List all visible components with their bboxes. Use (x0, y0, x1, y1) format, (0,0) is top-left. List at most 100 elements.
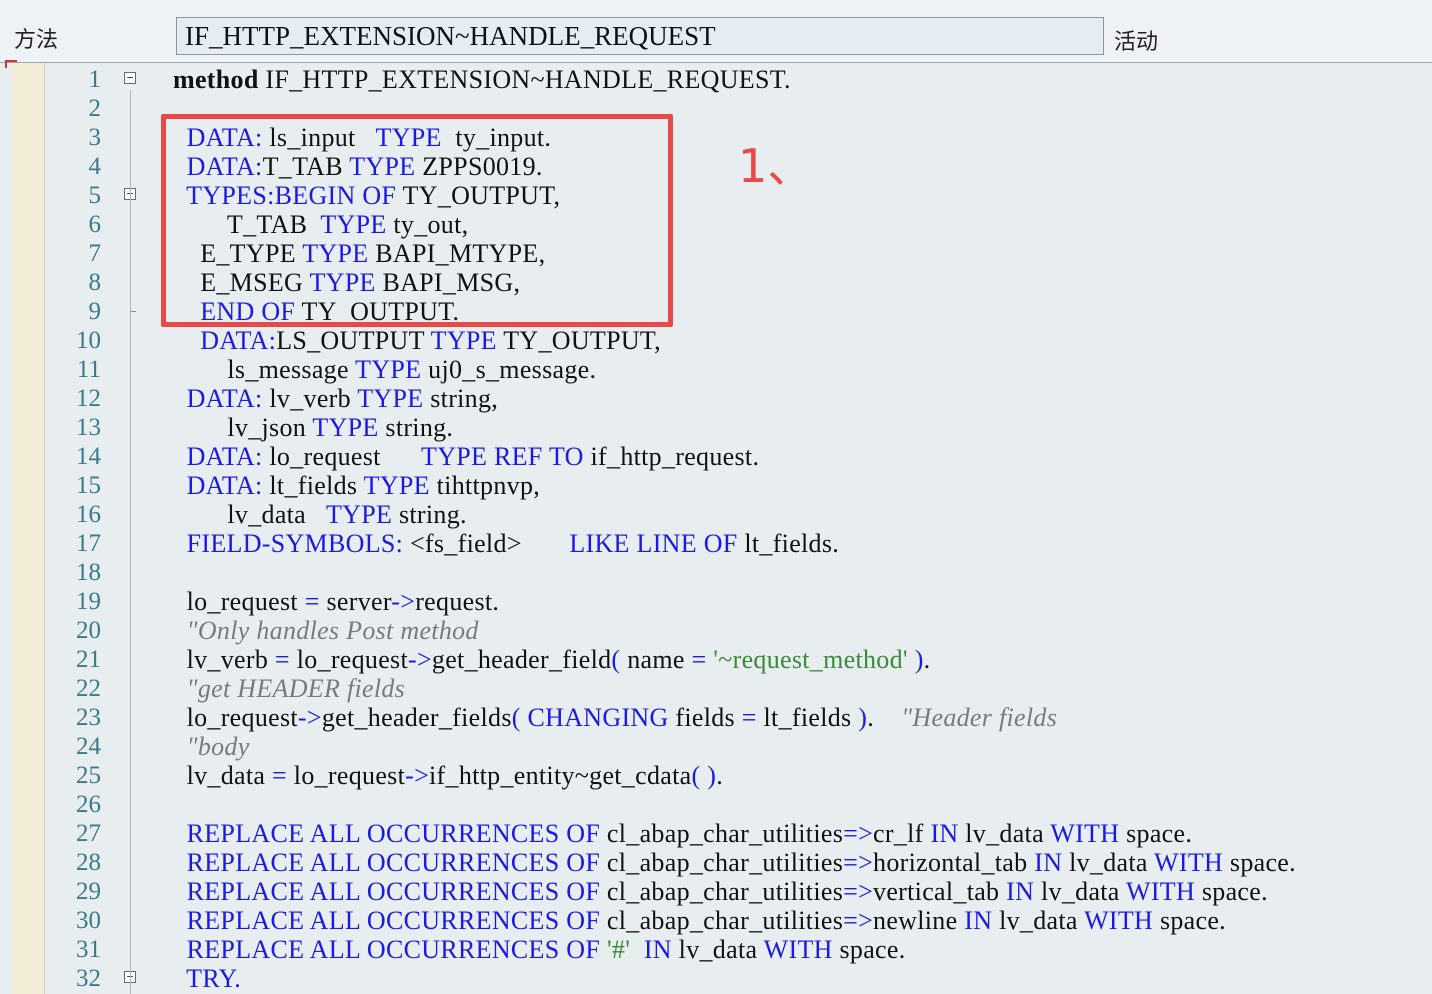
code-token: cr_lf (873, 819, 931, 848)
keyword-token: REPLACE ALL OCCURRENCES OF (186, 906, 601, 935)
operator-token: = (691, 645, 707, 674)
code-line[interactable]: 12 DATA: lv_verb TYPE string, (45, 384, 1432, 413)
code-text: REPLACE ALL OCCURRENCES OF '#' IN lv_dat… (173, 935, 906, 964)
code-line[interactable]: 10 DATA:LS_OUTPUT TYPE TY_OUTPUT, (45, 326, 1432, 355)
highlight-box (161, 114, 673, 327)
line-number: 31 (76, 936, 101, 963)
method-name-field[interactable]: IF_HTTP_EXTENSION~HANDLE_REQUEST (176, 17, 1104, 55)
code-line[interactable]: 17 FIELD-SYMBOLS: <fs_field> LIKE LINE O… (45, 529, 1432, 558)
line-number: 10 (76, 327, 101, 354)
code-line[interactable]: 15 DATA: lt_fields TYPE tihttpnvp, (45, 471, 1432, 500)
code-token: lv_verb (173, 645, 275, 674)
code-line[interactable]: 28 REPLACE ALL OCCURRENCES OF cl_abap_ch… (45, 848, 1432, 877)
code-line[interactable]: 19 lo_request = server->request. (45, 587, 1432, 616)
code-line[interactable]: 21 lv_verb = lo_request->get_header_fiel… (45, 645, 1432, 674)
code-text: lv_verb = lo_request->get_header_field( … (173, 645, 931, 674)
code-token: TY_OUTPUT, (496, 326, 661, 355)
fold-collapse-icon[interactable]: − (124, 72, 136, 84)
keyword-token: TYPE (325, 500, 393, 529)
code-token: ls_message (173, 355, 356, 384)
code-text: DATA: lv_verb TYPE string, (173, 384, 498, 413)
code-token: cl_abap_char_utilities (600, 906, 844, 935)
code-token: fields (668, 703, 742, 732)
code-line[interactable]: 16 lv_data TYPE string. (45, 500, 1432, 529)
code-token: lv_data (1034, 877, 1126, 906)
code-token: name (620, 645, 692, 674)
code-text: "body (173, 732, 250, 761)
code-token: lo_request (289, 645, 408, 674)
code-text: lo_request->get_header_fields( CHANGING … (173, 703, 1057, 732)
operator-token: = (304, 587, 320, 616)
line-number: 28 (76, 849, 101, 876)
code-token: IF_HTTP_EXTENSION~HANDLE_REQUEST. (258, 65, 791, 94)
code-token: lv_data (671, 935, 764, 964)
code-line[interactable]: 13 lv_json TYPE string. (45, 413, 1432, 442)
method-header-bar: 方法 IF_HTTP_EXTENSION~HANDLE_REQUEST 活动 (0, 0, 1432, 63)
keyword-token: IN (643, 935, 672, 964)
code-text: "Only handles Post method (173, 616, 479, 645)
code-line[interactable]: 26 (45, 790, 1432, 819)
keyword-token: WITH (1050, 819, 1120, 848)
code-text: lv_data TYPE string. (173, 500, 467, 529)
keyword-token: REPLACE ALL OCCURRENCES OF (186, 819, 601, 848)
code-line[interactable]: 24 "body (45, 732, 1432, 761)
code-line[interactable]: 29 REPLACE ALL OCCURRENCES OF cl_abap_ch… (45, 877, 1432, 906)
status-label: 活动 (1114, 30, 1159, 55)
line-number: 13 (76, 414, 101, 441)
code-line[interactable]: 30 REPLACE ALL OCCURRENCES OF cl_abap_ch… (45, 906, 1432, 935)
operator-token: = (274, 645, 290, 674)
operator-token: => (843, 819, 874, 848)
code-token: lo_request (173, 587, 305, 616)
code-line[interactable]: 31 REPLACE ALL OCCURRENCES OF '#' IN lv_… (45, 935, 1432, 964)
code-token: lv_data (958, 819, 1051, 848)
code-token: if_http_entity~get_cdata (429, 761, 692, 790)
code-text: DATA: lt_fields TYPE tihttpnvp, (173, 471, 540, 500)
line-number: 6 (88, 211, 102, 238)
code-text: FIELD-SYMBOLS: <fs_field> LIKE LINE OF l… (173, 529, 839, 558)
line-number: 9 (88, 298, 102, 325)
operator-token: -> (297, 703, 322, 732)
code-token: uj0_s_message. (421, 355, 597, 384)
keyword-token: WITH (1125, 877, 1196, 906)
code-text: REPLACE ALL OCCURRENCES OF cl_abap_char_… (173, 877, 1268, 906)
line-number: 16 (76, 501, 101, 528)
code-token: space. (1223, 848, 1296, 877)
code-line[interactable]: 23 lo_request->get_header_fields( CHANGI… (45, 703, 1432, 732)
code-token: lt_fields (262, 471, 364, 500)
code-line[interactable]: 32− TRY. (45, 964, 1432, 993)
keyword-token: WITH (763, 935, 833, 964)
code-token: cl_abap_char_utilities (600, 848, 844, 877)
code-line[interactable]: 27 REPLACE ALL OCCURRENCES OF cl_abap_ch… (45, 819, 1432, 848)
line-number: 7 (88, 240, 102, 267)
code-line[interactable]: 20 "Only handles Post method (45, 616, 1432, 645)
code-line[interactable]: 11 ls_message TYPE uj0_s_message. (45, 355, 1432, 384)
code-line[interactable]: 25 lv_data = lo_request->if_http_entity~… (45, 761, 1432, 790)
code-line[interactable]: 14 DATA: lo_request TYPE REF TO if_http_… (45, 442, 1432, 471)
code-token: lt_fields. (737, 529, 840, 558)
code-token: lv_data (173, 761, 273, 790)
code-line[interactable]: 22 "get HEADER fields (45, 674, 1432, 703)
comment-token: "Header fields (901, 703, 1058, 732)
line-number: 3 (88, 124, 102, 151)
comment-token: "Only handles Post method (186, 616, 479, 645)
keyword-token: IN (1034, 848, 1063, 877)
line-number: 19 (76, 588, 101, 615)
operator-token: ) (858, 703, 868, 732)
line-number: 17 (76, 530, 101, 557)
keyword-token: REPLACE ALL OCCURRENCES OF (186, 935, 601, 964)
method-keyword-token: method (173, 65, 259, 94)
code-line[interactable]: 18 (45, 558, 1432, 587)
line-number: 29 (76, 878, 101, 905)
code-line[interactable]: 1 − method IF_HTTP_EXTENSION~HANDLE_REQUES… (45, 65, 1432, 94)
line-number: 11 (76, 356, 101, 383)
code-token: vertical_tab (873, 877, 1007, 906)
code-token: . (867, 703, 902, 732)
